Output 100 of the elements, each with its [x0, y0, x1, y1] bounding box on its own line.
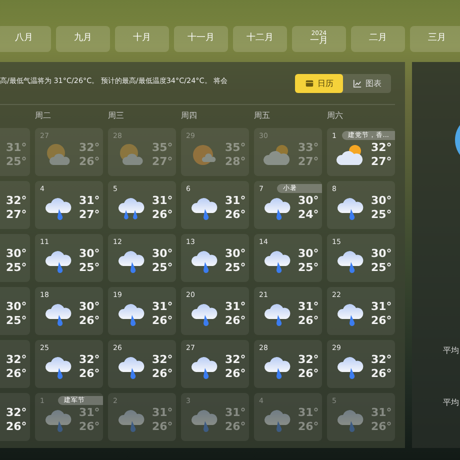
high-temperature: 32° — [6, 194, 27, 208]
rain-cloud-icon — [335, 248, 365, 274]
low-temperature: 26° — [371, 420, 392, 434]
rain-cloud-icon — [335, 301, 365, 327]
high-temperature: 31° — [225, 406, 246, 420]
low-temperature: 25° — [371, 208, 392, 222]
low-temperature: 26° — [79, 314, 100, 328]
rain-cloud-icon — [335, 407, 365, 433]
high-temperature: 30° — [298, 194, 319, 208]
low-temperature: 26° — [225, 420, 246, 434]
high-temperature: 32° — [371, 353, 392, 367]
high-temperature: 32° — [152, 353, 173, 367]
rain-cloud-icon — [335, 195, 365, 221]
low-temperature: 25° — [79, 261, 100, 275]
high-temperature: 30° — [225, 247, 246, 261]
high-temperature: 31° — [152, 300, 173, 314]
rain-cloud-icon — [116, 248, 146, 274]
rain-cloud-icon — [262, 407, 292, 433]
low-temperature: 26° — [79, 155, 100, 169]
low-temperature: 25° — [6, 155, 27, 169]
weekday-label: 周三 — [108, 110, 125, 122]
high-temperature: 33° — [298, 141, 319, 155]
heavy-rain-cloud-icon — [116, 195, 146, 221]
day-cell[interactable]: 32° 27° — [0, 181, 30, 229]
low-temperature: 25° — [6, 261, 27, 275]
low-temperature: 26° — [225, 367, 246, 381]
low-temperature: 26° — [6, 420, 27, 434]
high-temperature: 32° — [79, 353, 100, 367]
rain-cloud-icon — [116, 354, 146, 380]
day-cell[interactable]: 32° 26° — [0, 340, 30, 388]
low-temperature: 26° — [6, 367, 27, 381]
rain-cloud-icon — [262, 354, 292, 380]
low-temperature: 26° — [371, 367, 392, 381]
rain-cloud-icon — [189, 407, 219, 433]
rain-cloud-icon — [262, 195, 292, 221]
high-temperature: 31° — [225, 194, 246, 208]
low-temperature: 26° — [79, 367, 100, 381]
weekday-label: 周四 — [181, 110, 198, 122]
rain-cloud-icon — [43, 301, 73, 327]
low-temperature: 26° — [152, 208, 173, 222]
day-cell[interactable]: 30° 25° — [0, 287, 30, 335]
rain-cloud-icon — [262, 301, 292, 327]
high-temperature: 31° — [371, 406, 392, 420]
high-temperature: 30° — [371, 247, 392, 261]
rain-cloud-icon — [43, 354, 73, 380]
low-temperature: 26° — [79, 420, 100, 434]
high-temperature: 30° — [6, 300, 27, 314]
day-cell[interactable]: 32° 26° — [0, 393, 30, 441]
high-temperature: 31° — [6, 141, 27, 155]
high-temperature: 32° — [298, 353, 319, 367]
rain-cloud-icon — [43, 407, 73, 433]
low-temperature: 27° — [298, 155, 319, 169]
weekday-label: 周二 — [35, 110, 52, 122]
high-temperature: 31° — [152, 406, 173, 420]
cloud-with-sun-icon — [262, 142, 292, 168]
day-cell[interactable]: 30° 25° — [0, 234, 30, 282]
low-temperature: 26° — [298, 420, 319, 434]
high-temperature: 30° — [371, 194, 392, 208]
rain-cloud-icon — [189, 301, 219, 327]
weekday-label: 周六 — [327, 110, 344, 122]
high-temperature: 31° — [79, 406, 100, 420]
average-label: 平均 — [443, 345, 459, 356]
rain-cloud-icon — [43, 248, 73, 274]
rain-cloud-icon — [116, 407, 146, 433]
rain-cloud-icon — [335, 354, 365, 380]
rain-cloud-icon — [116, 301, 146, 327]
average-label: 平均 — [443, 397, 459, 408]
view-toggle-button[interactable]: 图表 — [343, 74, 391, 92]
high-temperature: 30° — [79, 247, 100, 261]
low-temperature: 26° — [152, 367, 173, 381]
low-temperature: 25° — [6, 314, 27, 328]
low-temperature: 25° — [298, 261, 319, 275]
view-toggle-button[interactable]: 日历 — [295, 74, 343, 92]
high-temperature: 31° — [152, 194, 173, 208]
low-temperature: 26° — [152, 314, 173, 328]
high-temperature: 31° — [298, 300, 319, 314]
low-temperature: 25° — [225, 261, 246, 275]
low-temperature: 28° — [225, 155, 246, 169]
low-temperature: 26° — [371, 314, 392, 328]
high-temperature: 35° — [152, 141, 173, 155]
high-temperature: 30° — [298, 247, 319, 261]
low-temperature: 26° — [298, 314, 319, 328]
high-temperature: 35° — [225, 141, 246, 155]
rain-cloud-icon — [262, 248, 292, 274]
high-temperature: 30° — [152, 247, 173, 261]
high-temperature: 30° — [6, 247, 27, 261]
rain-cloud-icon — [189, 195, 219, 221]
rain-cloud-icon — [189, 354, 219, 380]
line-chart-icon — [352, 78, 362, 88]
high-temperature: 32° — [225, 353, 246, 367]
low-temperature: 26° — [298, 367, 319, 381]
low-temperature: 25° — [371, 261, 392, 275]
rain-cloud-icon — [43, 195, 73, 221]
low-temperature: 26° — [152, 420, 173, 434]
rain-cloud-icon — [189, 248, 219, 274]
low-temperature: 27° — [371, 155, 392, 169]
low-temperature: 25° — [152, 261, 173, 275]
calendar-icon — [304, 78, 314, 88]
high-temperature: 32° — [6, 406, 27, 420]
high-temperature: 31° — [298, 406, 319, 420]
